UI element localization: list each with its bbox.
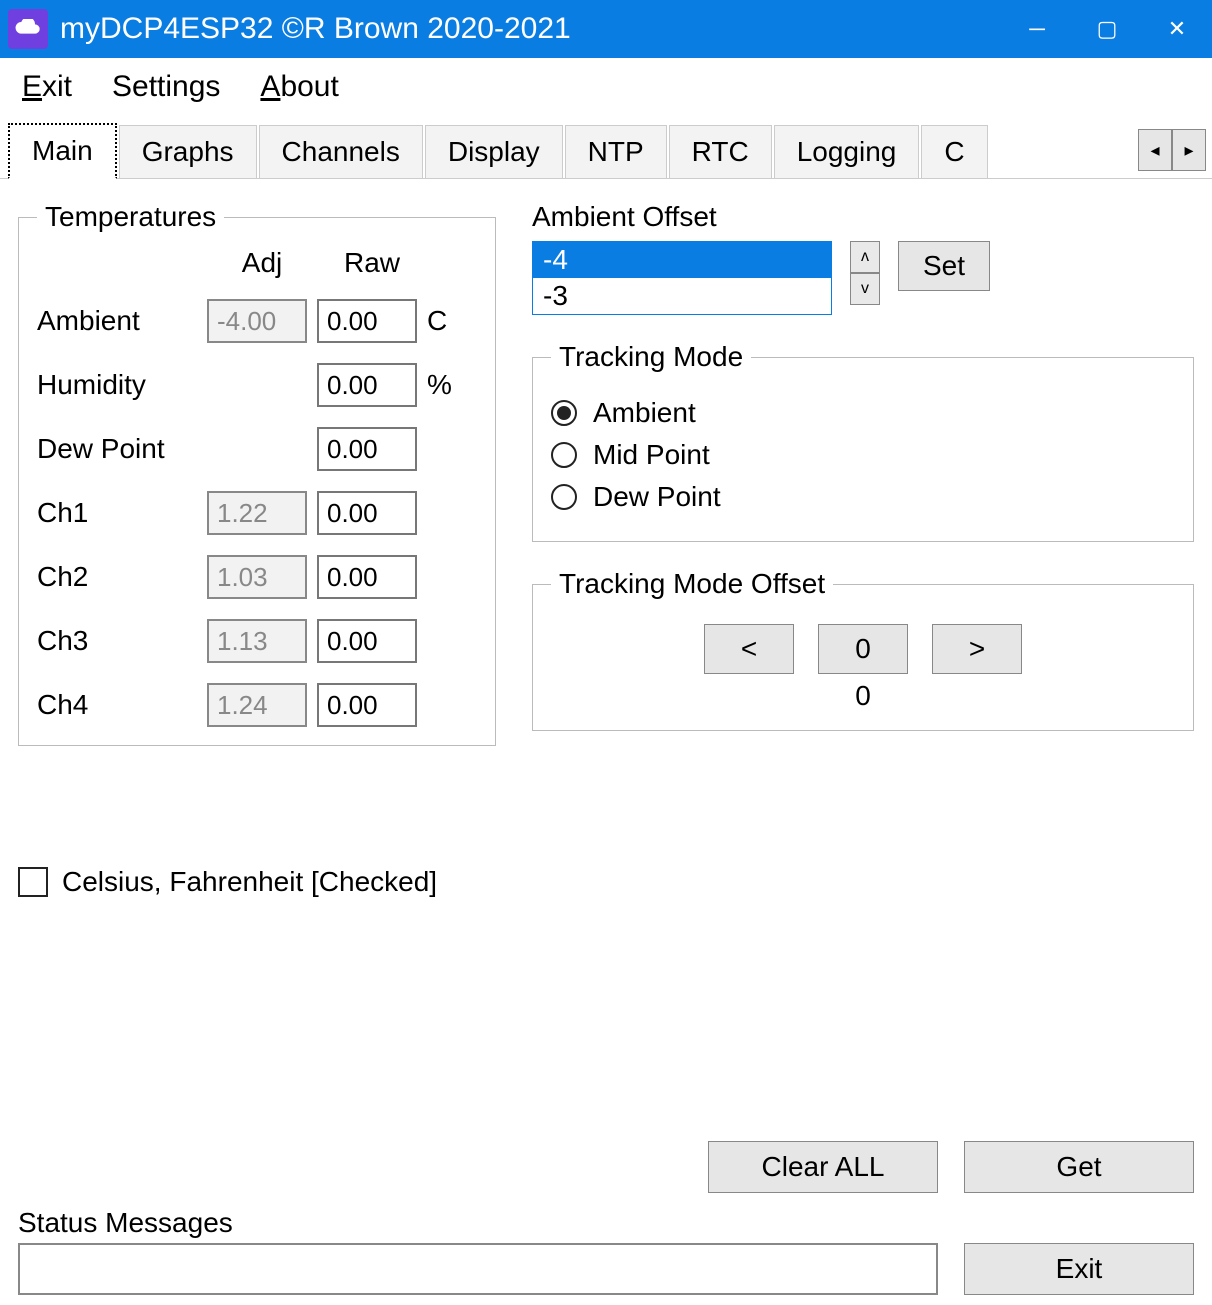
- radio-label-midpoint: Mid Point: [593, 439, 710, 471]
- menu-settings[interactable]: Settings: [112, 70, 220, 104]
- tab-overflow[interactable]: C: [921, 125, 987, 178]
- minimize-button[interactable]: ─: [1002, 0, 1072, 58]
- tmo-current: 0: [551, 680, 1175, 712]
- status-messages: [18, 1243, 938, 1295]
- radio-ambient[interactable]: Ambient: [551, 397, 1175, 429]
- tracking-mode-offset-legend: Tracking Mode Offset: [551, 568, 833, 600]
- offset-spin-up[interactable]: ʌ: [850, 241, 880, 273]
- tracking-mode-offset-group: Tracking Mode Offset < 0 > 0: [532, 568, 1194, 731]
- ch4-raw: [317, 683, 417, 727]
- tracking-mode-group: Tracking Mode Ambient Mid Point Dew Poin…: [532, 341, 1194, 542]
- header-adj: Adj: [207, 247, 317, 279]
- tab-display[interactable]: Display: [425, 125, 563, 178]
- tab-channels[interactable]: Channels: [259, 125, 423, 178]
- unit-checkbox-label: Celsius, Fahrenheit [Checked]: [62, 866, 437, 898]
- radio-label-ambient: Ambient: [593, 397, 696, 429]
- offset-option-0[interactable]: -4: [533, 242, 831, 278]
- tab-rtc[interactable]: RTC: [669, 125, 772, 178]
- offset-spin-down[interactable]: v: [850, 273, 880, 305]
- menu-about[interactable]: About: [260, 70, 338, 104]
- radio-icon: [551, 400, 577, 426]
- tracking-mode-legend: Tracking Mode: [551, 341, 751, 373]
- tab-graphs[interactable]: Graphs: [119, 125, 257, 178]
- radio-dewpoint[interactable]: Dew Point: [551, 481, 1175, 513]
- tmo-decrease-button[interactable]: <: [704, 624, 794, 674]
- dewpoint-raw: [317, 427, 417, 471]
- ambient-offset-section: Ambient Offset -4 -3 ʌ v Set: [532, 201, 1194, 315]
- ch2-raw: [317, 555, 417, 599]
- ambient-offset-list[interactable]: -4 -3: [532, 241, 832, 315]
- tab-scroll-left[interactable]: ◂: [1138, 129, 1172, 171]
- ch1-adj: [207, 491, 307, 535]
- unit-ambient: C: [427, 305, 477, 337]
- radio-midpoint[interactable]: Mid Point: [551, 439, 1175, 471]
- ch2-adj: [207, 555, 307, 599]
- temperatures-group: Temperatures Adj Raw Ambient C Humidity …: [18, 201, 496, 746]
- label-ch3: Ch3: [37, 625, 207, 657]
- titlebar: myDCP4ESP32 ©R Brown 2020-2021 ─ ▢ ✕: [0, 0, 1212, 58]
- unit-humidity: %: [427, 369, 477, 401]
- temperatures-legend: Temperatures: [37, 201, 224, 233]
- exit-button[interactable]: Exit: [964, 1243, 1194, 1295]
- clear-all-button[interactable]: Clear ALL: [708, 1141, 938, 1193]
- label-ch1: Ch1: [37, 497, 207, 529]
- ch4-adj: [207, 683, 307, 727]
- label-ambient: Ambient: [37, 305, 207, 337]
- ch1-raw: [317, 491, 417, 535]
- tab-logging[interactable]: Logging: [774, 125, 920, 178]
- tab-scroll-right[interactable]: ▸: [1172, 129, 1206, 171]
- get-button[interactable]: Get: [964, 1141, 1194, 1193]
- tmo-increase-button[interactable]: >: [932, 624, 1022, 674]
- tabstrip: Main Graphs Channels Display NTP RTC Log…: [0, 122, 1212, 178]
- tmo-value-button[interactable]: 0: [818, 624, 908, 674]
- close-button[interactable]: ✕: [1142, 0, 1212, 58]
- radio-label-dewpoint: Dew Point: [593, 481, 721, 513]
- header-raw: Raw: [317, 247, 427, 279]
- unit-checkbox-row[interactable]: Celsius, Fahrenheit [Checked]: [18, 866, 1194, 898]
- status-label: Status Messages: [18, 1207, 1194, 1239]
- tab-main[interactable]: Main: [8, 123, 117, 179]
- label-humidity: Humidity: [37, 369, 207, 401]
- window-title: myDCP4ESP32 ©R Brown 2020-2021: [60, 12, 1002, 46]
- app-icon: [8, 9, 48, 49]
- label-dewpoint: Dew Point: [37, 433, 207, 465]
- label-ch2: Ch2: [37, 561, 207, 593]
- humidity-raw: [317, 363, 417, 407]
- radio-icon: [551, 442, 577, 468]
- client-area: Temperatures Adj Raw Ambient C Humidity …: [0, 178, 1212, 1305]
- label-ch4: Ch4: [37, 689, 207, 721]
- ambient-raw: [317, 299, 417, 343]
- ambient-offset-title: Ambient Offset: [532, 201, 1194, 233]
- maximize-button[interactable]: ▢: [1072, 0, 1142, 58]
- menu-exit[interactable]: Exit: [22, 70, 72, 104]
- set-button[interactable]: Set: [898, 241, 990, 291]
- checkbox-icon: [18, 867, 48, 897]
- menubar: Exit Settings About: [0, 58, 1212, 122]
- tab-ntp[interactable]: NTP: [565, 125, 667, 178]
- app-window: myDCP4ESP32 ©R Brown 2020-2021 ─ ▢ ✕ Exi…: [0, 0, 1212, 1305]
- ch3-raw: [317, 619, 417, 663]
- ch3-adj: [207, 619, 307, 663]
- radio-icon: [551, 484, 577, 510]
- ambient-adj: [207, 299, 307, 343]
- offset-option-1[interactable]: -3: [533, 278, 831, 314]
